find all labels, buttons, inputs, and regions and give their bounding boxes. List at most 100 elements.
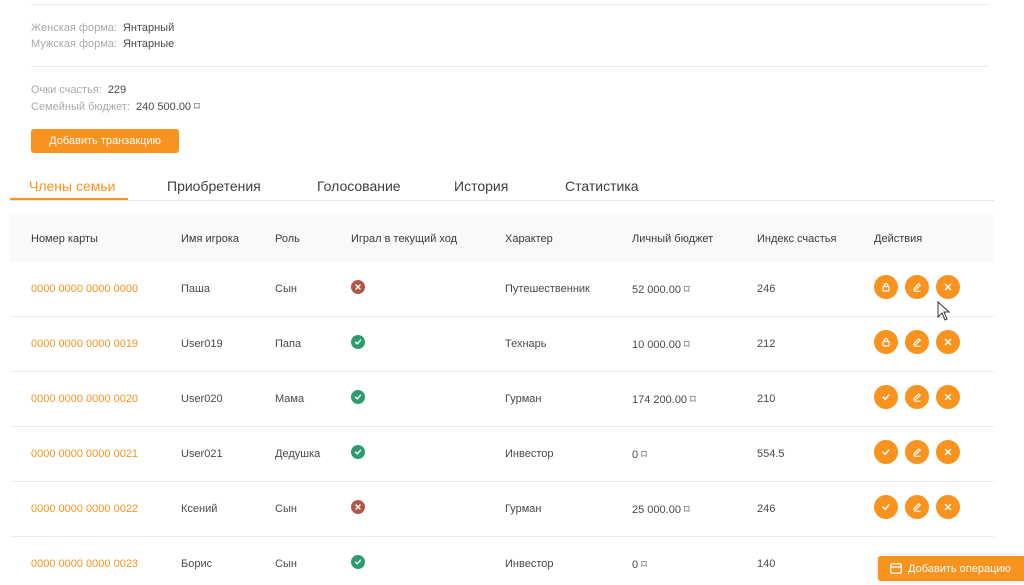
player-name: User019 [181,338,223,350]
played-check-icon [351,555,365,569]
happiness-index: 210 [757,393,776,405]
info-divider [31,66,989,67]
pencil-icon [912,392,922,402]
personal-budget: 0 ⌑ [632,559,647,571]
table-row: 0000 0000 0000 0021 User021 Дедушка Инвесто… [10,427,994,482]
player-name: User021 [181,448,223,460]
male-form-line: Мужская форма: Янтарные [31,38,174,50]
header-personal-budget: Личный бюджет [632,233,714,245]
header-character: Характер [505,233,553,245]
add-operation-button[interactable]: Добавить операцию [878,556,1024,581]
happiness-index: 212 [757,338,776,350]
player-role: Сын [275,503,297,515]
check-icon [881,447,891,457]
lock-icon [881,337,891,347]
header-happiness-index: Индекс счастья [757,233,837,245]
personal-budget: 25 000.00 ⌑ [632,504,690,516]
family-budget-value: 240 500.00 ⌑ [136,101,200,113]
close-icon [943,447,953,457]
tabs-baseline [10,200,994,201]
edit-button[interactable] [905,440,929,464]
family-members-table: Номер карты Имя игрока Роль Играл в теку… [10,214,994,585]
pencil-icon [912,282,922,292]
player-role: Дедушка [275,448,321,460]
tab-history[interactable]: История [454,178,508,194]
player-character: Гурман [505,503,542,515]
edit-button[interactable] [905,385,929,409]
player-character: Инвестор [505,558,554,570]
table-row: 0000 0000 0000 0000 Паша Сын Путешественник… [10,262,994,317]
pencil-icon [912,502,922,512]
played-check-icon [351,445,365,459]
personal-budget: 10 000.00 ⌑ [632,339,690,351]
male-form-value: Янтарные [122,38,175,50]
header-role: Роль [275,233,300,245]
tab-voting[interactable]: Голосование [317,178,401,194]
happiness-index: 140 [757,558,776,570]
edit-button[interactable] [905,330,929,354]
player-character: Технарь [505,338,547,350]
close-icon [943,337,953,347]
delete-button[interactable] [936,330,960,354]
row-actions [874,330,960,354]
personal-budget: 52 000.00 ⌑ [632,284,690,296]
delete-button[interactable] [936,440,960,464]
edit-button[interactable] [905,275,929,299]
table-row: 0000 0000 0000 0019 User019 Папа Технарь 10 … [10,317,994,372]
close-icon [943,502,953,512]
not-played-cross-icon [351,500,365,514]
top-divider [31,4,989,5]
card-icon [890,563,902,574]
player-role: Сын [275,558,297,570]
player-character: Путешественник [505,283,590,295]
tab-statistics[interactable]: Статистика [565,178,639,194]
female-form-label: Женская форма: [31,22,117,34]
lock-button[interactable] [874,330,898,354]
confirm-button[interactable] [874,385,898,409]
check-icon [881,392,891,402]
table-header: Номер карты Имя игрока Роль Играл в теку… [10,214,994,262]
pencil-icon [912,337,922,347]
table-row: 0000 0000 0000 0022 Ксений Сын Гурман 25 000… [10,482,994,537]
player-role: Сын [275,283,297,295]
played-check-icon [351,335,365,349]
tab-purchases[interactable]: Приобретения [167,178,261,194]
player-name: Паша [181,283,210,295]
edit-button[interactable] [905,495,929,519]
happiness-points-label: Очки счастья: [31,84,102,96]
header-player-name: Имя игрока [181,233,240,245]
tabs: Члены семьи Приобретения Голосование Ист… [10,176,994,201]
personal-budget: 0 ⌑ [632,449,647,461]
delete-button[interactable] [936,275,960,299]
row-actions [874,440,960,464]
family-budget-line: Семейный бюджет: 240 500.00 ⌑ [31,100,200,113]
personal-budget: 174 200.00 ⌑ [632,394,696,406]
happiness-index: 246 [757,283,776,295]
delete-button[interactable] [936,495,960,519]
header-played-current-turn: Играл в текущий ход [351,233,458,245]
card-number-link[interactable]: 0000 0000 0000 0019 [31,338,138,350]
lock-icon [881,282,891,292]
card-number-link[interactable]: 0000 0000 0000 0022 [31,503,138,515]
confirm-button[interactable] [874,440,898,464]
player-name: Борис [181,558,213,570]
add-transaction-button[interactable]: Добавить транзакцию [31,129,179,153]
card-number-link[interactable]: 0000 0000 0000 0021 [31,448,138,460]
row-actions [874,275,960,299]
confirm-button[interactable] [874,495,898,519]
add-operation-label: Добавить операцию [908,562,1011,575]
happiness-points-value: 229 [107,84,127,96]
happiness-index: 246 [757,503,776,515]
card-number-link[interactable]: 0000 0000 0000 0020 [31,393,138,405]
player-role: Мама [275,393,305,405]
delete-button[interactable] [936,385,960,409]
card-number-link[interactable]: 0000 0000 0000 0000 [31,283,138,295]
happiness-points-line: Очки счастья: 229 [31,84,126,96]
happiness-index: 554.5 [757,448,785,460]
female-form-line: Женская форма: Янтарный [31,22,174,34]
player-role: Папа [275,338,302,350]
player-character: Гурман [505,393,542,405]
card-number-link[interactable]: 0000 0000 0000 0023 [31,558,138,570]
lock-button[interactable] [874,275,898,299]
tab-family-members[interactable]: Члены семьи [29,178,116,194]
